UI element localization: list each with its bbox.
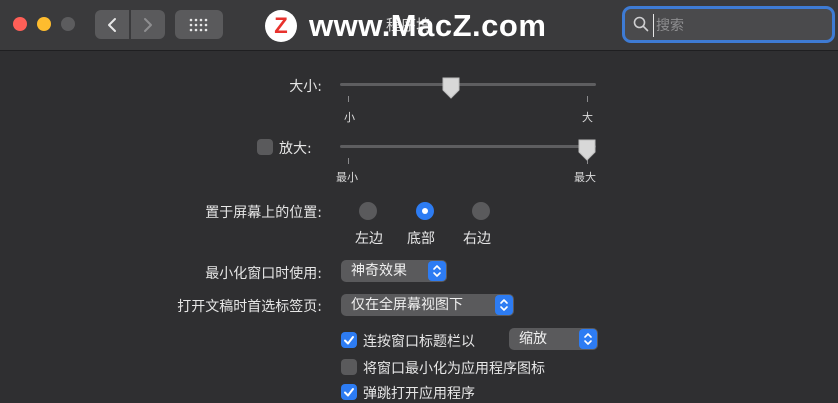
position-radio-left[interactable] xyxy=(359,202,377,220)
watermark-text: www.MacZ.com xyxy=(309,8,547,43)
magnify-slider-tick-min xyxy=(348,158,349,164)
magnify-slider-track[interactable] xyxy=(340,145,596,148)
double-click-action-value: 缩放 xyxy=(519,331,547,347)
size-slider-tick-min xyxy=(348,96,349,102)
prefer-tabs-popup[interactable]: 仅在全屏幕视图下 xyxy=(341,294,514,316)
watermark: Z www.MacZ.com xyxy=(265,8,546,44)
position-option-right: 右边 xyxy=(463,231,491,247)
popup-chevron-icon xyxy=(428,261,446,281)
size-min-label: 小 xyxy=(344,111,355,124)
magnify-label: 放大: xyxy=(279,141,312,157)
search-field[interactable] xyxy=(625,9,832,40)
watermark-logo-icon: Z xyxy=(265,10,297,42)
position-option-left: 左边 xyxy=(355,231,383,247)
size-label: 大小: xyxy=(289,79,322,95)
magnify-min-label: 最小 xyxy=(336,171,358,184)
watermark-logo-letter: Z xyxy=(274,13,288,38)
prefer-tabs-value: 仅在全屏幕视图下 xyxy=(351,297,463,313)
popup-chevron-icon xyxy=(495,295,513,315)
forward-button[interactable] xyxy=(131,10,165,39)
minimize-effect-popup[interactable]: 神奇效果 xyxy=(341,260,447,282)
size-slider-thumb[interactable] xyxy=(441,76,461,100)
chevron-left-icon xyxy=(108,17,116,32)
title-bar: 程序坞 Z www.MacZ.com xyxy=(0,0,838,51)
position-label: 置于屏幕上的位置: xyxy=(205,205,322,221)
position-option-bottom: 底部 xyxy=(407,231,435,247)
animate-checkbox[interactable] xyxy=(341,384,357,400)
close-window-button[interactable] xyxy=(13,17,27,31)
back-button[interactable] xyxy=(95,10,129,39)
double-click-action-popup[interactable]: 缩放 xyxy=(509,328,598,350)
minimize-effect-value: 神奇效果 xyxy=(351,263,407,279)
show-all-button[interactable] xyxy=(175,10,223,39)
checkmark-icon xyxy=(344,336,354,345)
minimize-window-button[interactable] xyxy=(37,17,51,31)
checkmark-icon xyxy=(344,388,354,397)
magnify-slider-thumb[interactable] xyxy=(577,138,597,162)
search-input[interactable] xyxy=(653,14,828,37)
zoom-window-button[interactable] xyxy=(61,17,75,31)
search-icon xyxy=(633,16,649,32)
magnify-max-label: 最大 xyxy=(574,171,596,184)
double-click-label: 连按窗口标题栏以 xyxy=(363,334,475,350)
popup-chevron-icon xyxy=(579,329,597,349)
size-max-label: 大 xyxy=(582,111,593,124)
grid-icon xyxy=(189,18,208,31)
minimize-using-label: 最小化窗口时使用: xyxy=(205,266,322,282)
double-click-checkbox[interactable] xyxy=(341,332,357,348)
size-slider-tick-max xyxy=(587,96,588,102)
magnify-checkbox[interactable] xyxy=(257,139,273,155)
animate-label: 弹跳打开应用程序 xyxy=(363,386,475,402)
minimize-into-icon-label: 将窗口最小化为应用程序图标 xyxy=(363,361,545,377)
position-radio-bottom[interactable] xyxy=(416,202,434,220)
position-radio-right[interactable] xyxy=(472,202,490,220)
nav-buttons xyxy=(95,10,165,39)
size-slider-track[interactable] xyxy=(340,83,596,86)
minimize-into-icon-checkbox[interactable] xyxy=(341,359,357,375)
prefer-tabs-label: 打开文稿时首选标签页: xyxy=(177,299,322,315)
chevron-right-icon xyxy=(144,17,152,32)
